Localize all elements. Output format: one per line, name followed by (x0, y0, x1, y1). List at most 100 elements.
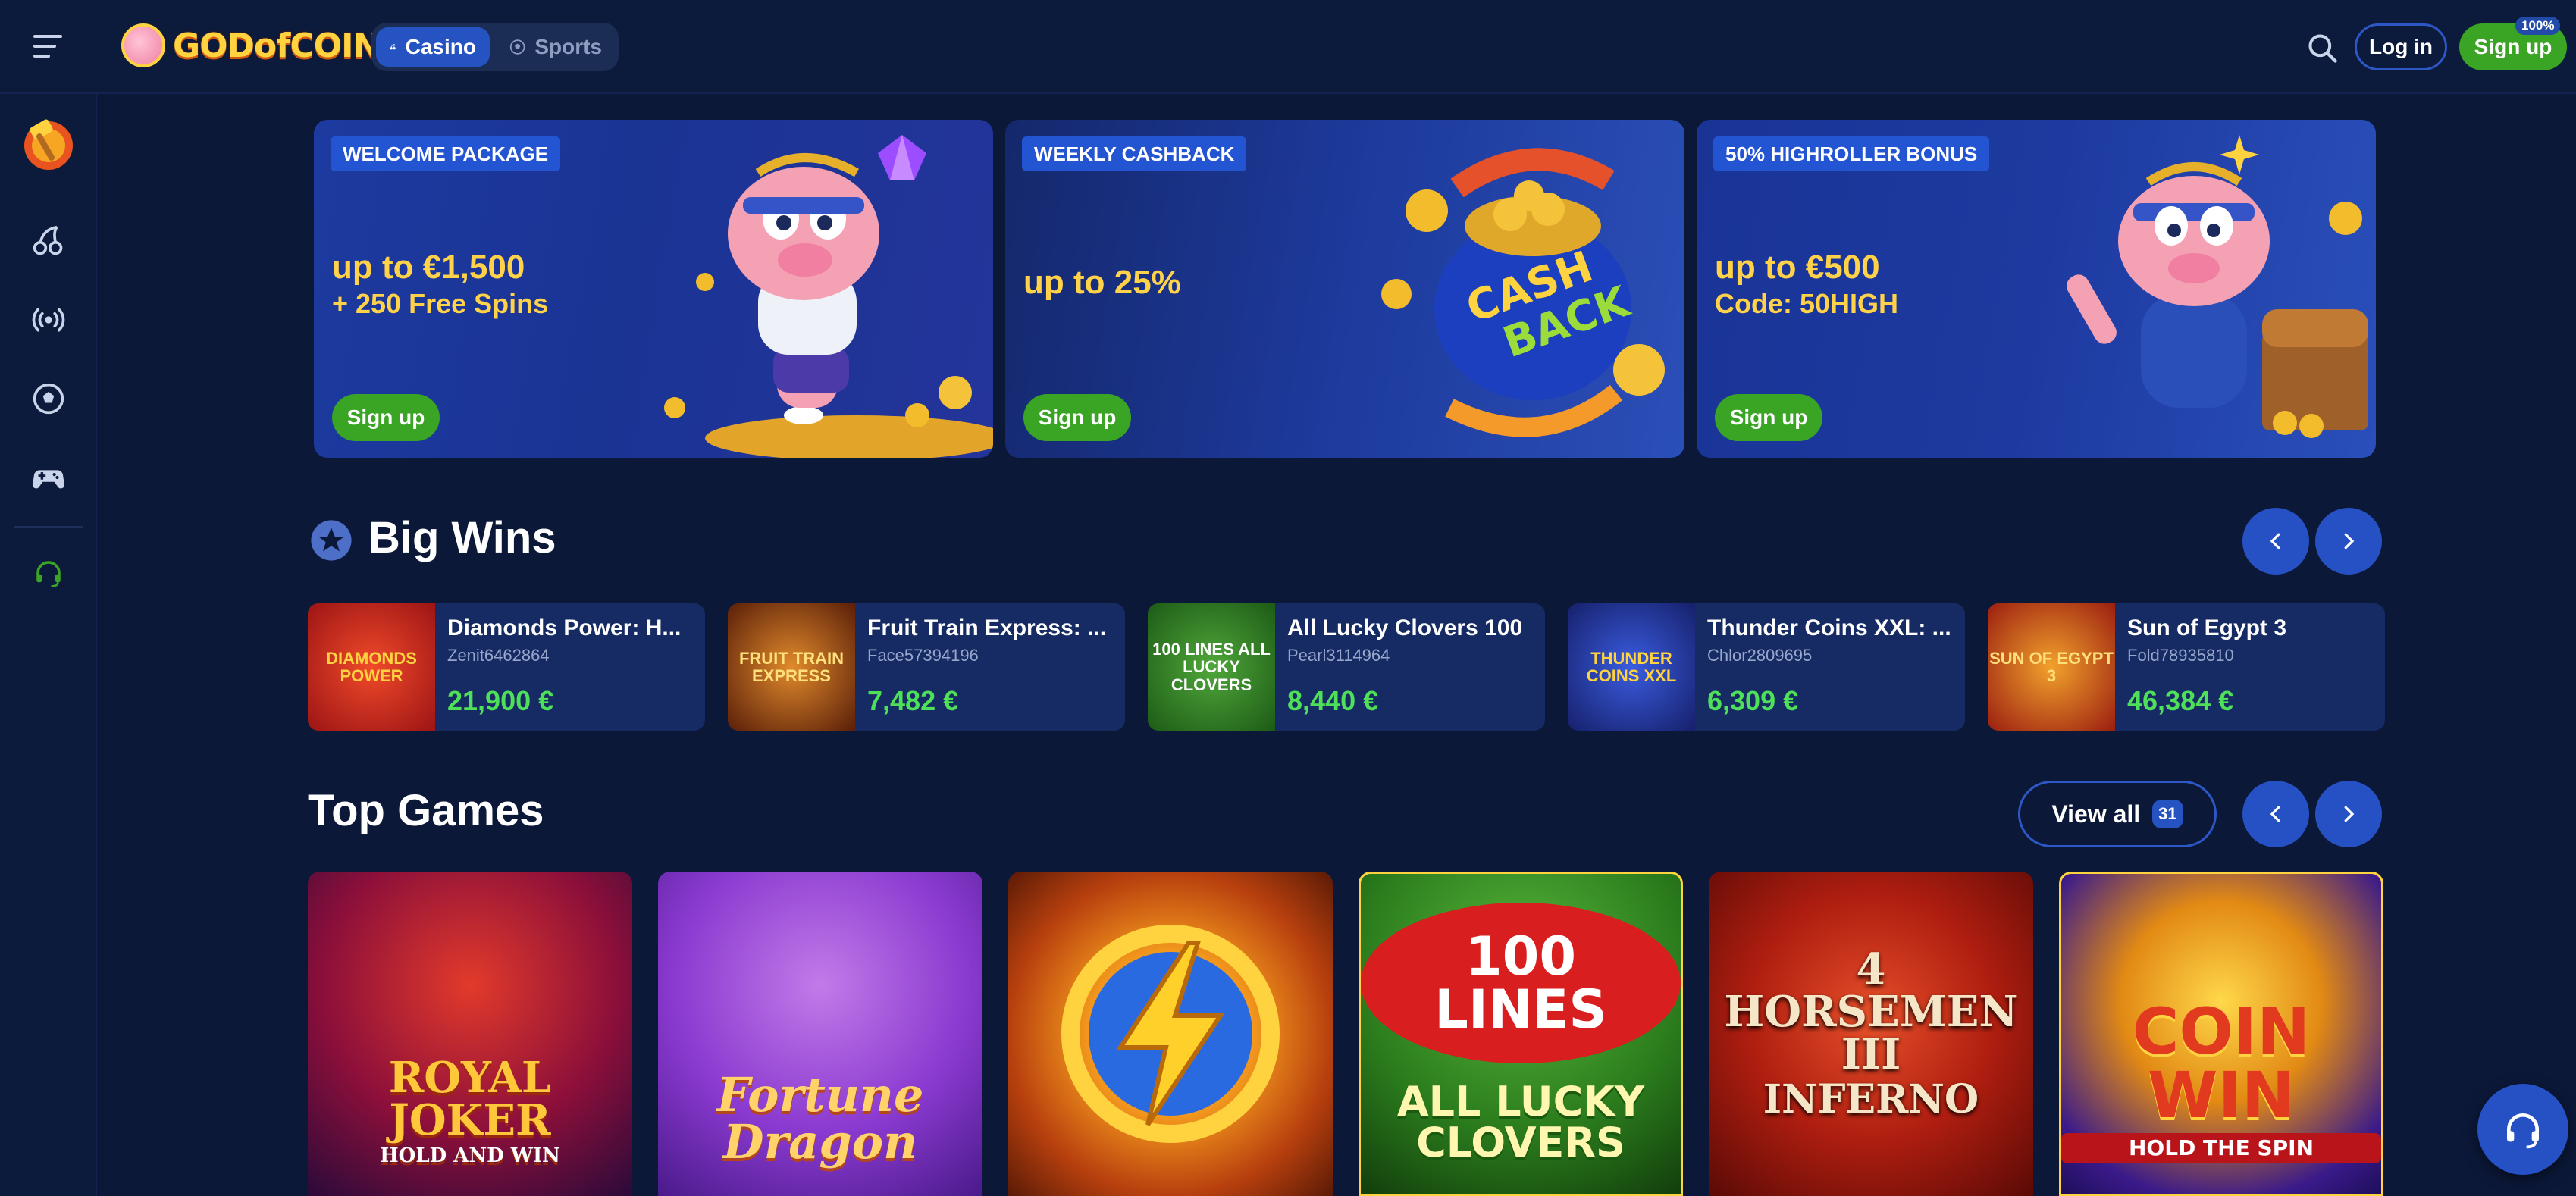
promo-title: up to €500 (1715, 249, 1880, 286)
login-button[interactable]: Log in (2355, 23, 2447, 70)
win-amount: 46,384 € (2127, 685, 2234, 716)
star-icon (311, 520, 352, 561)
live-support-button[interactable] (2477, 1084, 2568, 1175)
win-amount: 8,440 € (1287, 685, 1379, 716)
win-game-name: All Lucky Clovers 100 (1287, 615, 1523, 640)
support-headset-icon (36, 561, 61, 587)
game-subtitle: HOLD AND WIN (380, 1144, 560, 1167)
promo-hammer-icon (24, 119, 73, 170)
view-all-count-badge: 31 (2152, 800, 2183, 828)
game-tile-royal-joker[interactable]: ROYAL JOKER HOLD AND WIN (308, 872, 632, 1196)
big-win-card[interactable]: THUNDER COINS XXL Thunder Coins XXL: ...… (1568, 603, 1965, 731)
chevron-right-icon (2344, 806, 2355, 822)
win-game-name: Fruit Train Express: ... (867, 615, 1107, 640)
promo-signup-button[interactable]: Sign up (1023, 394, 1131, 441)
sidebar-item-games[interactable] (23, 452, 74, 503)
game-tile-fortune-dragon[interactable]: Fortune Dragon (658, 872, 982, 1196)
sidebar (0, 94, 97, 1196)
search-icon[interactable] (2306, 32, 2339, 65)
promo-tag: WEEKLY CASHBACK (1022, 136, 1247, 171)
promo-tag: 50% HIGHROLLER BONUS (1713, 136, 1990, 171)
view-all-button[interactable]: View all 31 (2018, 781, 2217, 847)
game-tile-lightning-coin[interactable] (1008, 872, 1333, 1196)
big-wins-prev-button[interactable] (2242, 508, 2309, 575)
pig-knight-art (2067, 135, 2368, 438)
chevron-right-icon (2344, 533, 2355, 549)
game-subtitle: INFERNO (1763, 1076, 1979, 1122)
game-tile-coin-win[interactable]: COIN WIN HOLD THE SPIN (2059, 872, 2383, 1196)
promo-subtitle: + 250 Free Spins (332, 288, 549, 319)
big-win-card[interactable]: DIAMONDS POWER Diamonds Power: H... Zeni… (308, 603, 705, 731)
game-thumbnail: THUNDER COINS XXL (1568, 603, 1695, 731)
view-all-label: View all (2051, 800, 2141, 828)
promo-subtitle: Code: 50HIGH (1715, 288, 1899, 319)
promo-title: up to €1,500 (332, 249, 525, 286)
game-title: Fortune Dragon (716, 1067, 924, 1169)
sidebar-item-live[interactable] (23, 294, 74, 346)
promo-banner-welcome[interactable]: WELCOME PACKAGE up to €1,500 + 250 Free … (314, 120, 993, 458)
top-header: GODofCOINS Casino Sports Log in Sign up … (0, 0, 2576, 94)
headset-icon (2507, 1113, 2539, 1149)
cashback-bag-art: CASH BACK (1381, 148, 1665, 437)
win-game-name: Thunder Coins XXL: ... (1707, 615, 1951, 640)
win-game-name: Diamonds Power: H... (447, 615, 682, 640)
game-title: COIN WIN (2132, 994, 2311, 1132)
tab-casino[interactable]: Casino (376, 27, 490, 67)
big-win-card[interactable]: SUN OF EGYPT 3 Sun of Egypt 3 Fold789358… (1988, 603, 2385, 731)
site-logo[interactable]: GODofCOINS (121, 21, 404, 70)
game-title: 4 HORSEMEN III (1724, 944, 2018, 1079)
game-tile-4-horsemen[interactable]: 4 HORSEMEN III INFERNO (1709, 872, 2033, 1196)
menu-hamburger-icon[interactable] (33, 35, 64, 58)
gamepad-icon (32, 470, 65, 489)
win-username: Pearl3114964 (1287, 646, 1390, 665)
live-broadcast-icon (32, 308, 65, 332)
win-amount: 7,482 € (867, 685, 959, 716)
big-win-card[interactable]: FRUIT TRAIN EXPRESS Fruit Train Express:… (728, 603, 1125, 731)
cherries-icon (33, 225, 63, 255)
sidebar-item-promotions[interactable] (17, 112, 80, 176)
top-games-next-button[interactable] (2315, 781, 2382, 847)
soccer-ball-icon (509, 39, 525, 55)
game-subtitle: HOLD THE SPIN (2061, 1133, 2381, 1163)
game-thumbnail: SUN OF EGYPT 3 (1988, 603, 2115, 731)
sidebar-item-sports[interactable] (23, 373, 74, 424)
soccer-ball-icon (33, 383, 64, 415)
cherries-icon (390, 44, 396, 50)
chevron-left-icon (2270, 533, 2280, 549)
win-username: Fold78935810 (2127, 646, 2234, 665)
win-username: Face57394196 (867, 646, 979, 665)
top-games-prev-button[interactable] (2242, 781, 2309, 847)
mode-switch: Casino Sports (371, 23, 619, 71)
big-wins-next-button[interactable] (2315, 508, 2382, 575)
chevron-left-icon (2270, 806, 2280, 822)
tab-sports-label: Sports (534, 35, 602, 58)
win-amount: 21,900 € (447, 685, 554, 716)
win-game-name: Sun of Egypt 3 (2127, 615, 2286, 640)
game-title: 100 LINES (1361, 903, 1681, 1063)
promo-banner-cashback[interactable]: CASH BACK WEEKLY CASHBACK up to 25% Sign… (1005, 120, 1684, 458)
promo-signup-button[interactable]: Sign up (332, 394, 440, 441)
game-subtitle: ALL LUCKY CLOVERS (1396, 1078, 1645, 1166)
promo-signup-button[interactable]: Sign up (1715, 394, 1822, 441)
promo-title: up to 25% (1023, 264, 1181, 301)
big-wins-title: Big Wins (368, 513, 556, 562)
sidebar-item-support[interactable] (23, 547, 74, 599)
game-title: ROYAL JOKER (388, 1053, 552, 1145)
signup-bonus-badge: 100% (2515, 17, 2561, 35)
logo-text: GODofCOINS (173, 26, 404, 65)
win-username: Zenit6462864 (447, 646, 550, 665)
promo-banner-highroller[interactable]: 50% HIGHROLLER BONUS up to €500 Code: 50… (1697, 120, 2376, 458)
pig-mascot-art (664, 135, 993, 458)
game-tile-all-lucky-clovers[interactable]: 100 LINES ALL LUCKY CLOVERS (1359, 872, 1683, 1196)
game-thumbnail: DIAMONDS POWER (308, 603, 435, 731)
game-thumbnail: 100 LINES ALL LUCKY CLOVERS (1148, 603, 1275, 731)
game-thumbnail: FRUIT TRAIN EXPRESS (728, 603, 855, 731)
sidebar-item-casino[interactable] (23, 215, 74, 267)
sidebar-divider (14, 526, 83, 528)
win-username: Chlor2809695 (1707, 646, 1813, 665)
tab-casino-label: Casino (405, 35, 476, 58)
tab-sports[interactable]: Sports (496, 27, 616, 67)
big-win-card[interactable]: 100 LINES ALL LUCKY CLOVERS All Lucky Cl… (1148, 603, 1545, 731)
lightning-bolt-icon (1061, 925, 1280, 1143)
promo-tag: WELCOME PACKAGE (331, 136, 561, 171)
